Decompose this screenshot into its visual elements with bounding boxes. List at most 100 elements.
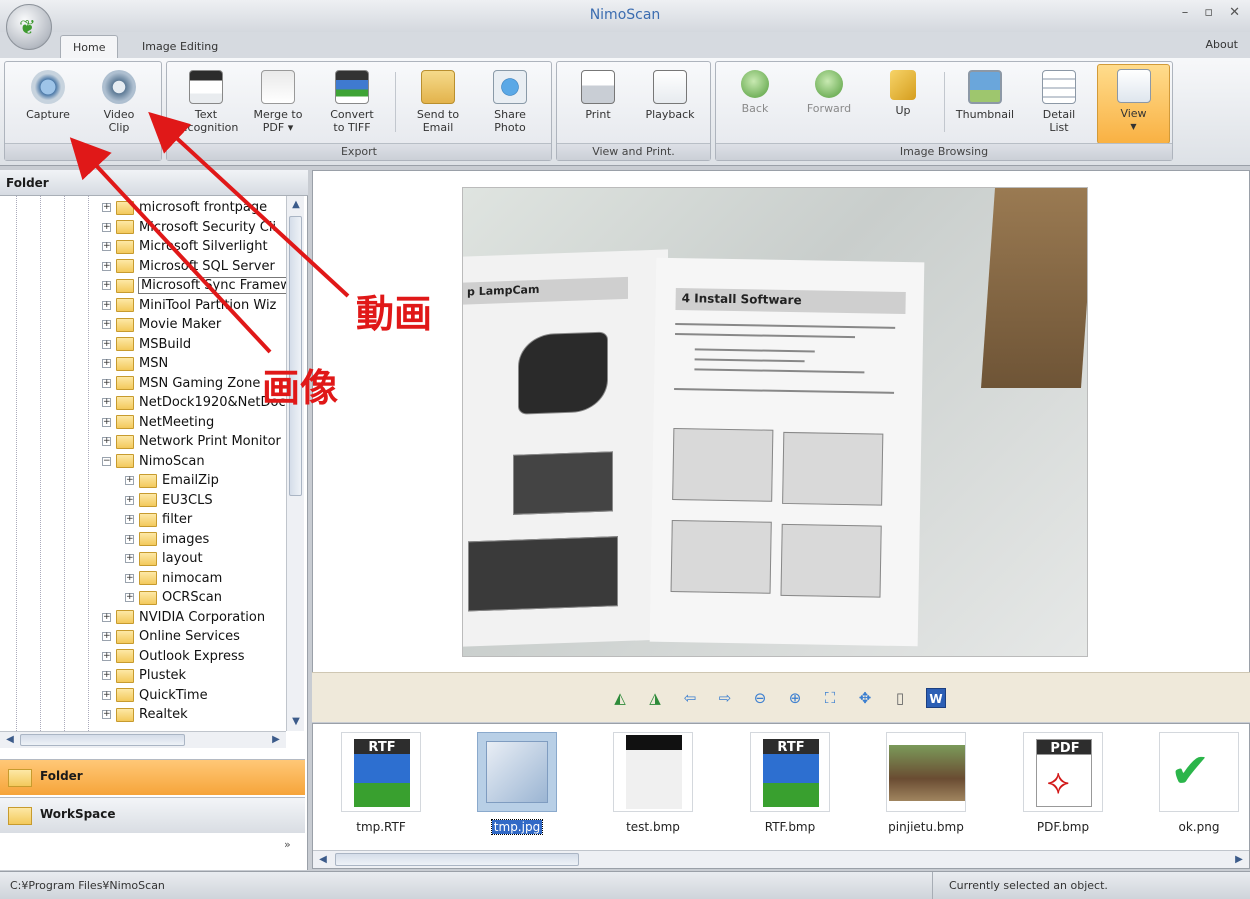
word-export-icon[interactable]: W [926, 688, 946, 708]
scroll-down-icon[interactable]: ▼ [288, 714, 304, 730]
tree-item[interactable]: + layout [125, 549, 203, 569]
tree-item[interactable]: + Microsoft Security Cli [102, 218, 276, 238]
view-button[interactable]: View ▼ [1097, 64, 1170, 144]
tree-item[interactable]: + Microsoft Sync Framework [102, 276, 286, 296]
expand-icon[interactable]: + [102, 242, 111, 252]
share-photo-button[interactable]: Share Photo [475, 66, 545, 138]
video-clip-button[interactable]: Video Clip [85, 66, 153, 138]
page-icon[interactable]: ▯ [890, 688, 910, 708]
tree-item[interactable]: + Online Services [102, 627, 240, 647]
expand-icon[interactable]: + [102, 203, 111, 213]
expand-icon[interactable]: + [102, 378, 111, 388]
collapse-icon[interactable]: − [102, 456, 111, 466]
tree-item[interactable]: + EU3CLS [125, 491, 213, 511]
scrollbar-thumb[interactable] [289, 216, 302, 496]
expand-icon[interactable]: + [102, 320, 111, 330]
forward-button[interactable]: Forward [794, 66, 864, 138]
thumbnail-item[interactable]: pinjietu.bmp [885, 732, 967, 842]
detail-list-button[interactable]: Detail List [1024, 66, 1094, 138]
expand-icon[interactable]: + [102, 690, 111, 700]
expand-icon[interactable]: + [125, 554, 134, 564]
tree-item[interactable]: + NetDock1920&NetDoc [102, 393, 286, 413]
expand-icon[interactable]: + [125, 573, 134, 583]
rotate-left-icon[interactable]: ◭ [610, 688, 630, 708]
scroll-up-icon[interactable]: ▲ [288, 197, 304, 213]
preview-image[interactable]: p LampCam 4 Install Software [462, 187, 1088, 657]
workspace-pane-button[interactable]: WorkSpace [0, 797, 305, 833]
tree-item[interactable]: + nimocam [125, 569, 222, 589]
folder-tree[interactable]: + microsoft frontpage + Microsoft Security … [0, 196, 286, 731]
tree-item[interactable]: + Movie Maker [102, 315, 221, 335]
tree-item[interactable]: + Realtek [102, 705, 188, 725]
playback-button[interactable]: Playback [635, 66, 705, 138]
print-button[interactable]: Print [563, 66, 633, 138]
previous-icon[interactable]: ⇦ [680, 688, 700, 708]
expand-icon[interactable]: + [102, 417, 111, 427]
thumbnail-item[interactable]: test.bmp [612, 732, 694, 842]
expand-icon[interactable]: + [125, 476, 134, 486]
expand-icon[interactable]: + [102, 651, 111, 661]
scrollbar-thumb[interactable] [20, 734, 185, 746]
tree-horizontal-scrollbar[interactable]: ◀ ▶ [0, 731, 286, 748]
tree-item[interactable]: + MSN Gaming Zone [102, 374, 260, 394]
tree-item[interactable]: + filter [125, 510, 192, 530]
expand-icon[interactable]: + [102, 359, 111, 369]
tree-item[interactable]: + Outlook Express [102, 647, 245, 667]
actual-size-icon[interactable]: ✥ [855, 688, 875, 708]
expand-icon[interactable]: + [125, 515, 134, 525]
back-button[interactable]: Back [720, 66, 790, 138]
expand-icon[interactable]: + [102, 222, 111, 232]
folder-pane-button[interactable]: Folder [0, 759, 305, 795]
thumbnail-item[interactable]: ✔ ok.png [1158, 732, 1240, 842]
next-icon[interactable]: ⇨ [715, 688, 735, 708]
zoom-in-icon[interactable]: ⊕ [785, 688, 805, 708]
scrollbar-thumb[interactable] [335, 853, 579, 866]
expand-icon[interactable]: + [125, 593, 134, 603]
rotate-right-icon[interactable]: ◮ [645, 688, 665, 708]
tree-item[interactable]: + images [125, 530, 209, 550]
minimize-button[interactable]: – [1182, 5, 1189, 20]
expand-icon[interactable]: + [102, 632, 111, 642]
text-recognition-button[interactable]: Text Recognition [171, 66, 241, 138]
thumbnail-button[interactable]: Thumbnail [950, 66, 1020, 138]
tree-item[interactable]: + microsoft frontpage [102, 198, 267, 218]
tree-item[interactable]: + MiniTool Partition Wiz [102, 296, 276, 316]
tree-item[interactable]: + Microsoft Silverlight [102, 237, 268, 257]
tree-item[interactable]: + NVIDIA Corporation [102, 608, 265, 628]
tab-image-editing[interactable]: Image Editing [130, 35, 230, 58]
scroll-right-icon[interactable]: ▶ [268, 732, 284, 748]
thumbnail-item[interactable]: RTF tmp.RTF [340, 732, 422, 842]
scroll-left-icon[interactable]: ◀ [2, 732, 18, 748]
expand-icon[interactable]: + [125, 495, 134, 505]
expand-icon[interactable]: + [102, 261, 111, 271]
app-menu-orb[interactable]: ❦ [6, 4, 52, 50]
expand-icon[interactable]: + [102, 612, 111, 622]
tree-item[interactable]: − NimoScan [102, 452, 205, 472]
scroll-left-icon[interactable]: ◀ [315, 852, 331, 868]
expand-icon[interactable]: + [102, 300, 111, 310]
merge-to-pdf-button[interactable]: Merge to PDF ▾ [243, 66, 313, 138]
send-to-email-button[interactable]: Send to Email [403, 66, 473, 138]
convert-to-tiff-button[interactable]: Convert to TIFF [317, 66, 387, 138]
expand-icon[interactable]: + [102, 710, 111, 720]
tree-item[interactable]: + Network Print Monitor [102, 432, 281, 452]
restore-button[interactable]: ▫ [1204, 5, 1213, 20]
scroll-right-icon[interactable]: ▶ [1231, 852, 1247, 868]
up-button[interactable]: Up [868, 66, 938, 138]
thumbnail-scrollbar[interactable]: ◀ ▶ [313, 850, 1249, 868]
close-button[interactable]: ✕ [1229, 5, 1240, 20]
tree-item[interactable]: + EmailZip [125, 471, 219, 491]
tree-item[interactable]: + OCRScan [125, 588, 222, 608]
zoom-out-icon[interactable]: ⊖ [750, 688, 770, 708]
fit-window-icon[interactable]: ⛶ [820, 688, 840, 708]
capture-button[interactable]: Capture [13, 66, 83, 138]
expand-icon[interactable]: + [102, 339, 111, 349]
expand-icon[interactable]: + [102, 437, 111, 447]
tree-item[interactable]: + MSBuild [102, 335, 191, 355]
tree-vertical-scrollbar[interactable]: ▲ ▼ [286, 196, 304, 731]
expand-icon[interactable]: + [125, 534, 134, 544]
tab-home[interactable]: Home [60, 35, 119, 58]
thumbnail-item[interactable]: PDF ⟡ PDF.bmp [1022, 732, 1104, 842]
expand-icon[interactable]: + [102, 398, 111, 408]
more-panes-button[interactable]: » [284, 838, 291, 851]
